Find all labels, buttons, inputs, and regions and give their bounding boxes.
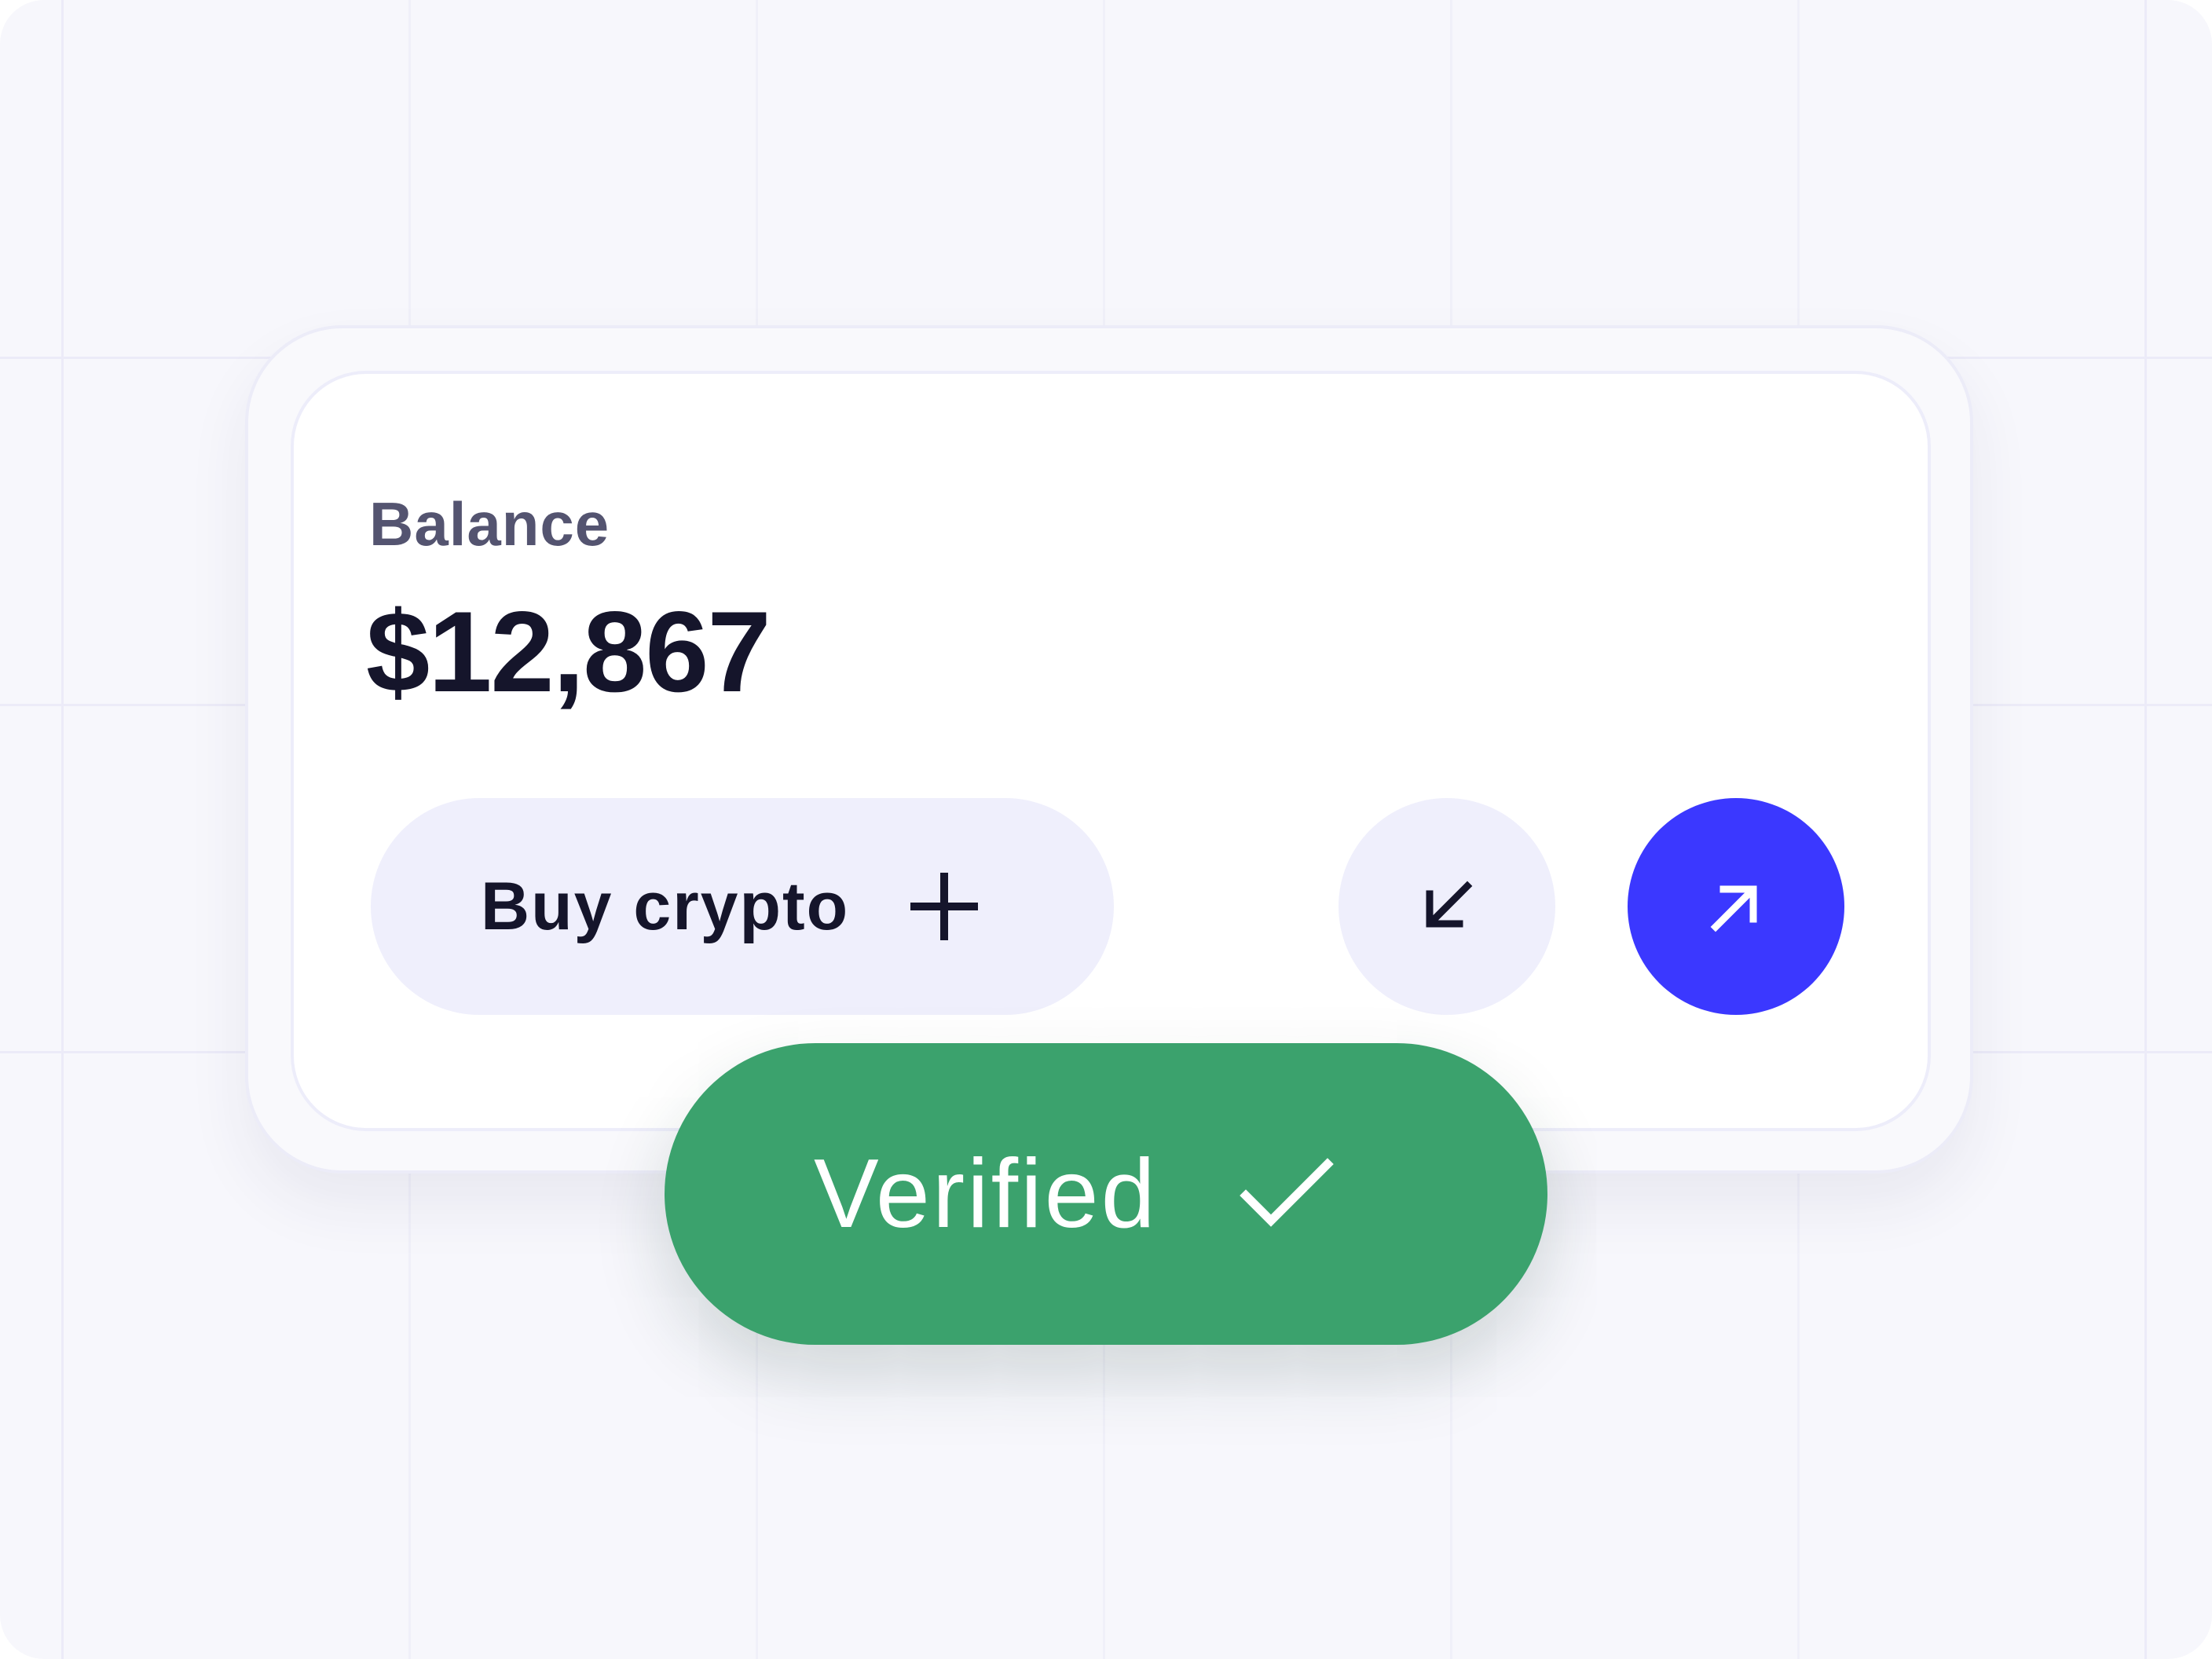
grid-line: [2144, 0, 2147, 1659]
send-button[interactable]: [1628, 798, 1844, 1015]
arrow-down-left-icon: [1426, 881, 1473, 928]
plus-icon: [910, 873, 979, 940]
buy-crypto-button[interactable]: Buy crypto: [371, 798, 1114, 1015]
grid-line: [61, 0, 64, 1659]
balance-label: Balance: [369, 489, 610, 558]
balance-amount: $12,867: [366, 588, 771, 716]
check-icon: [1239, 1158, 1334, 1227]
balance-card: [291, 371, 1931, 1131]
arrow-up-right-icon: [1710, 885, 1757, 932]
verified-status-badge: Verified: [665, 1043, 1547, 1345]
verified-label: Verified: [814, 1140, 1158, 1248]
receive-button[interactable]: [1339, 798, 1555, 1015]
buy-crypto-label: Buy crypto: [481, 868, 850, 944]
